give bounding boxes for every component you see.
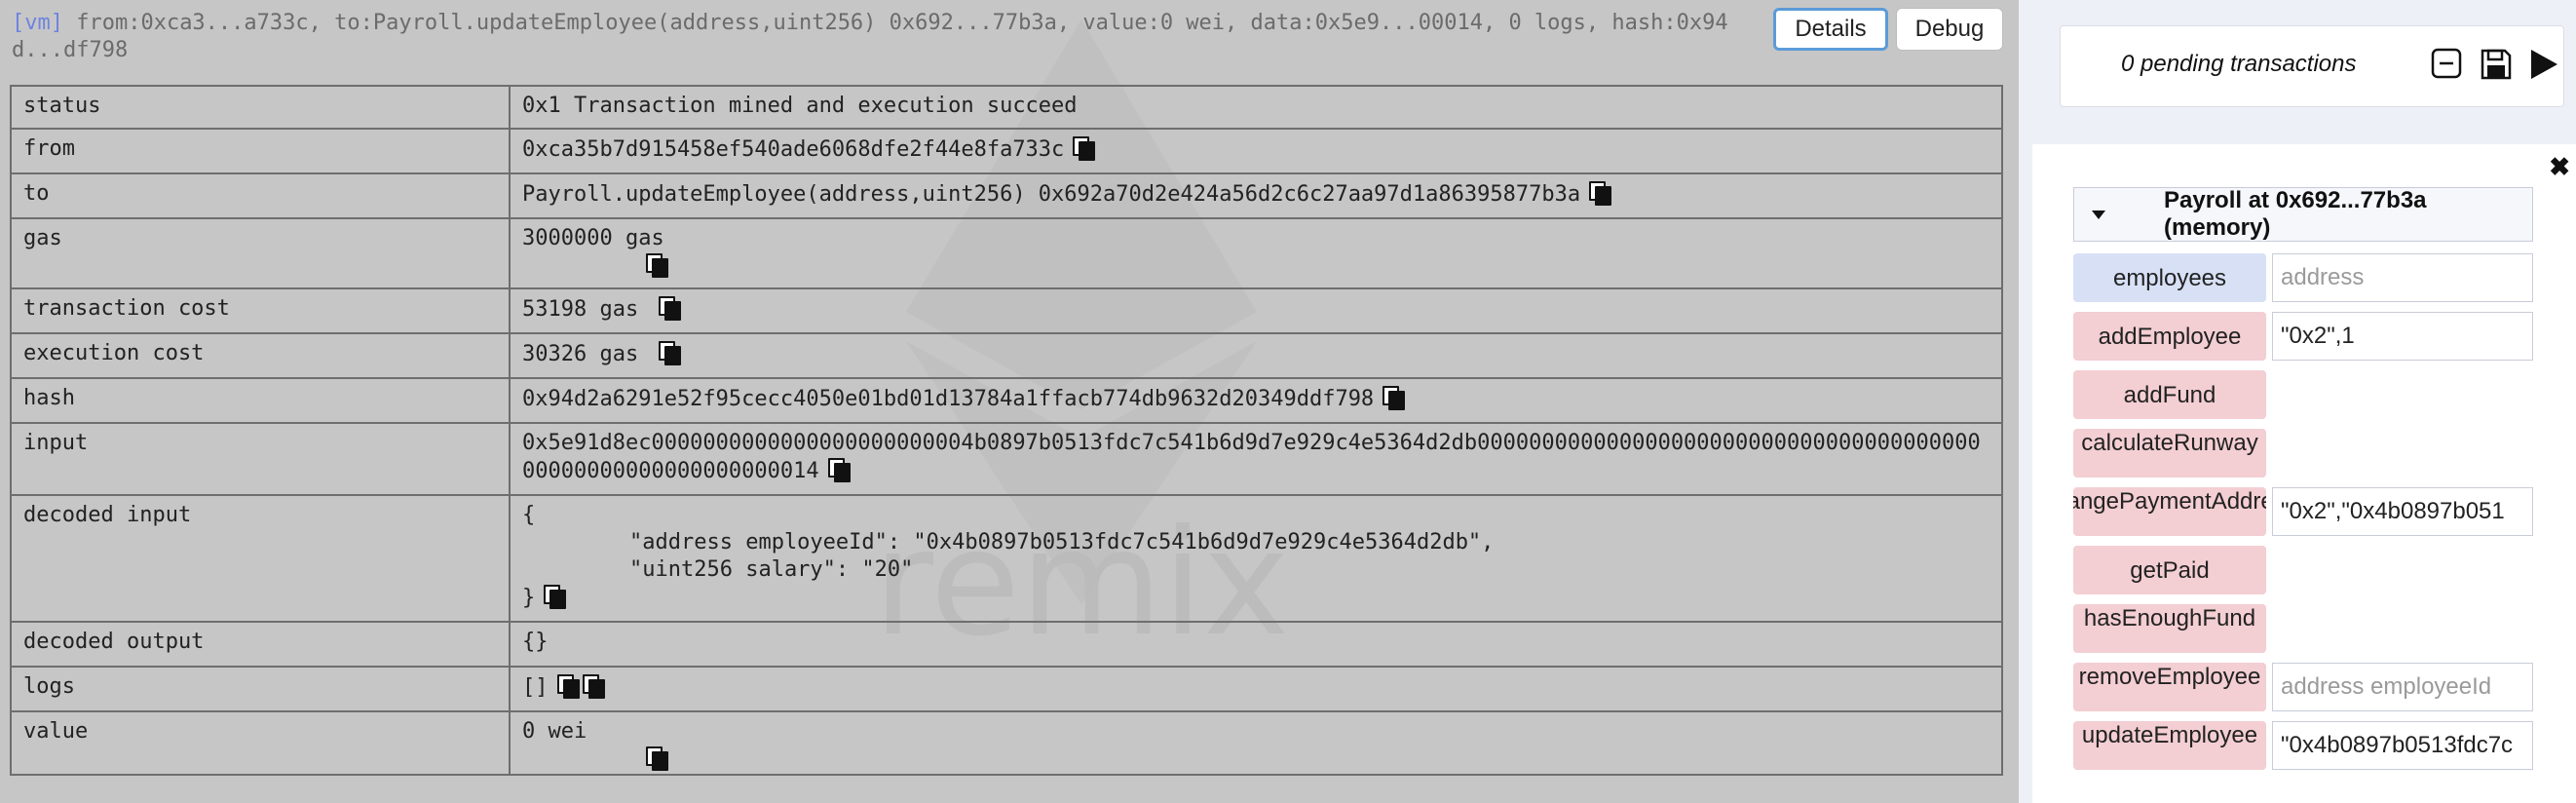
instance-title: Payroll at 0x692...77b3a (memory) bbox=[2164, 187, 2427, 241]
add-fund-button[interactable]: addFund bbox=[2073, 370, 2266, 419]
table-row: transaction cost 53198 gas bbox=[10, 287, 2003, 334]
row-key: decoded input bbox=[10, 494, 511, 623]
row-key: input bbox=[10, 422, 511, 496]
row-value: 3000000 gas bbox=[509, 217, 2003, 289]
update-employee-input[interactable] bbox=[2272, 721, 2533, 770]
input-value: 0x5e91d8ec0000000000000000000000004b0897… bbox=[522, 431, 1981, 483]
get-paid-button[interactable]: getPaid bbox=[2073, 546, 2266, 594]
save-icon[interactable] bbox=[2480, 48, 2513, 81]
has-enough-fund-button[interactable]: hasEnoughFund bbox=[2073, 604, 2266, 653]
to-value: Payroll.updateEmployee(address,uint256) … bbox=[522, 182, 1581, 207]
row-value: { "address employeeId": "0x4b0897b0513fd… bbox=[509, 494, 2003, 623]
table-row: decoded input { "address employeeId": "0… bbox=[10, 494, 2003, 623]
caret-down-icon bbox=[2092, 210, 2105, 219]
row-key: value bbox=[10, 710, 511, 776]
calculate-runway-button[interactable]: calculateRunway bbox=[2073, 429, 2266, 478]
gas-value: 3000000 gas bbox=[522, 226, 664, 250]
table-row: from 0xca35b7d915458ef540ade6068dfe2f44e… bbox=[10, 128, 2003, 174]
table-row: input 0x5e91d8ec000000000000000000000000… bbox=[10, 422, 2003, 496]
transaction-cost-value: 53198 gas bbox=[522, 297, 639, 322]
add-employee-input[interactable] bbox=[2272, 312, 2533, 361]
log-summary-text: from:0xca3...a733c, to:Payroll.updateEmp… bbox=[12, 11, 1728, 62]
value-value: 0 wei bbox=[522, 719, 587, 744]
run-panel: 0 pending transactions ✖ Payroll at 0x69… bbox=[2019, 0, 2576, 803]
copy-icon[interactable] bbox=[658, 340, 682, 365]
row-value: 0x94d2a6291e52f95cecc4050e01bd01d13784a1… bbox=[509, 377, 2003, 424]
table-row: status 0x1 Transaction mined and executi… bbox=[10, 85, 2003, 130]
copy-icon[interactable] bbox=[658, 295, 682, 321]
row-key: to bbox=[10, 172, 511, 219]
row-key: status bbox=[10, 85, 511, 130]
row-key: logs bbox=[10, 666, 511, 712]
update-employee-button[interactable]: updateEmployee bbox=[2073, 721, 2266, 770]
row-value: {} bbox=[509, 621, 2003, 668]
copy-icon[interactable] bbox=[1588, 180, 1612, 206]
row-key: transaction cost bbox=[10, 287, 511, 334]
table-row: execution cost 30326 gas bbox=[10, 332, 2003, 379]
pending-transactions-bar: 0 pending transactions bbox=[2060, 25, 2564, 107]
add-employee-button[interactable]: addEmployee bbox=[2073, 312, 2266, 361]
decoded-input-line: "address employeeId": "0x4b0897b0513fdc7… bbox=[629, 530, 1495, 554]
copy-icon[interactable] bbox=[645, 252, 668, 278]
table-row: gas 3000000 gas bbox=[10, 217, 2003, 289]
copy-icon[interactable] bbox=[1382, 385, 1406, 410]
debug-button[interactable]: Debug bbox=[1896, 8, 2003, 51]
vm-tag: [vm] bbox=[12, 11, 63, 35]
copy-icon[interactable] bbox=[645, 746, 668, 771]
table-row: value 0 wei bbox=[10, 710, 2003, 776]
change-payment-address-input[interactable] bbox=[2272, 487, 2533, 536]
table-row: decoded output {} bbox=[10, 621, 2003, 668]
table-row: to Payroll.updateEmployee(address,uint25… bbox=[10, 172, 2003, 219]
row-key: gas bbox=[10, 217, 511, 289]
hash-value: 0x94d2a6291e52f95cecc4050e01bd01d13784a1… bbox=[522, 387, 1375, 411]
row-value: [] bbox=[509, 666, 2003, 712]
decoded-input-line: "uint256 salary": "20" bbox=[629, 557, 914, 582]
row-key: hash bbox=[10, 377, 511, 424]
table-row: logs [] bbox=[10, 666, 2003, 712]
row-value: 0 wei bbox=[509, 710, 2003, 776]
decoded-input-open: { bbox=[522, 503, 536, 527]
copy-icon[interactable] bbox=[1072, 135, 1096, 161]
row-key: decoded output bbox=[10, 621, 511, 668]
logs-value: [] bbox=[522, 675, 549, 700]
terminal-pane: remix [vm] from:0xca3...a733c, to:Payrol… bbox=[0, 0, 2019, 803]
change-payment-address-button[interactable]: changePaymentAddress bbox=[2073, 487, 2266, 536]
decoded-output-value: {} bbox=[522, 630, 549, 654]
row-key: execution cost bbox=[10, 332, 511, 379]
status-value: 0x1 Transaction mined and execution succ… bbox=[522, 94, 1078, 118]
row-value: 53198 gas bbox=[509, 287, 2003, 334]
execution-cost-value: 30326 gas bbox=[522, 342, 639, 366]
row-key: from bbox=[10, 128, 511, 174]
pending-transactions-label: 0 pending transactions bbox=[2121, 51, 2357, 77]
row-value: 30326 gas bbox=[509, 332, 2003, 379]
remove-employee-input[interactable] bbox=[2272, 663, 2533, 711]
employees-button[interactable]: employees bbox=[2073, 253, 2266, 302]
play-icon[interactable] bbox=[2528, 48, 2559, 81]
transaction-log-summary[interactable]: [vm] from:0xca3...a733c, to:Payroll.upda… bbox=[12, 10, 1756, 64]
row-value: 0x1 Transaction mined and execution succ… bbox=[509, 85, 2003, 130]
instance-header[interactable]: Payroll at 0x692...77b3a (memory) bbox=[2073, 187, 2533, 242]
row-value: 0x5e91d8ec0000000000000000000000004b0897… bbox=[509, 422, 2003, 496]
details-button[interactable]: Details bbox=[1773, 8, 1888, 51]
row-value: 0xca35b7d915458ef540ade6068dfe2f44e8fa73… bbox=[509, 128, 2003, 174]
row-value: Payroll.updateEmployee(address,uint256) … bbox=[509, 172, 2003, 219]
copy-icon[interactable] bbox=[543, 584, 567, 609]
clear-icon[interactable] bbox=[2431, 48, 2462, 79]
from-value: 0xca35b7d915458ef540ade6068dfe2f44e8fa73… bbox=[522, 137, 1065, 162]
close-icon[interactable]: ✖ bbox=[2549, 152, 2570, 182]
copy-icon[interactable] bbox=[556, 673, 580, 699]
copy-icon[interactable] bbox=[827, 457, 851, 482]
transaction-details-table: status 0x1 Transaction mined and executi… bbox=[10, 85, 2003, 776]
copy-icon[interactable] bbox=[582, 673, 605, 699]
decoded-input-close: } bbox=[522, 586, 536, 610]
table-row: hash 0x94d2a6291e52f95cecc4050e01bd01d13… bbox=[10, 377, 2003, 424]
contract-instance: ✖ Payroll at 0x692...77b3a (memory) empl… bbox=[2032, 144, 2576, 803]
employees-input[interactable] bbox=[2272, 253, 2533, 302]
remove-employee-button[interactable]: removeEmployee bbox=[2073, 663, 2266, 711]
